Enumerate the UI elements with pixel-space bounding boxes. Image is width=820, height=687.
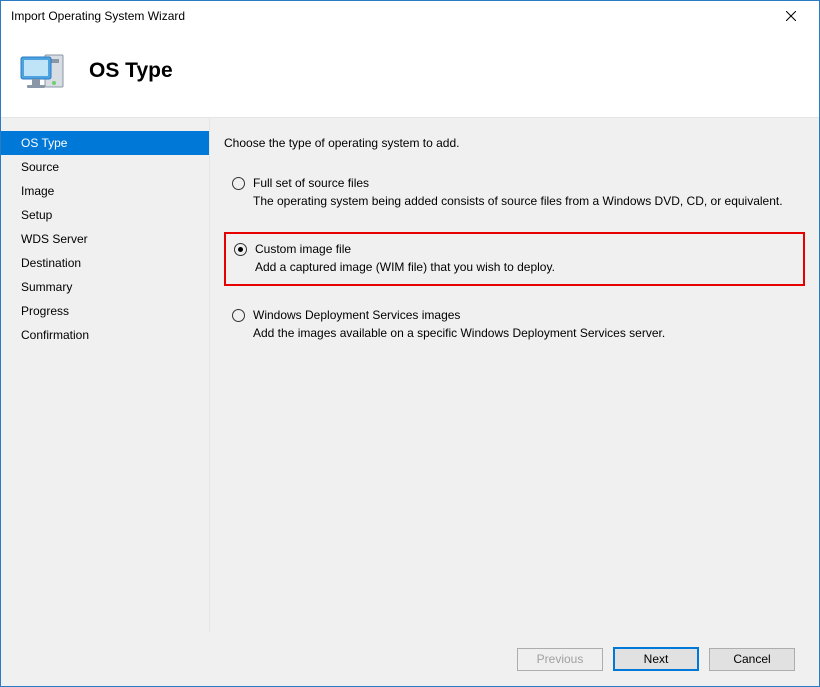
main-content: Choose the type of operating system to a…: [209, 118, 819, 632]
cancel-button[interactable]: Cancel: [709, 648, 795, 671]
sidebar-item-confirmation[interactable]: Confirmation: [1, 323, 209, 347]
sidebar-item-os-type[interactable]: OS Type: [1, 131, 209, 155]
os-type-icon: [19, 45, 71, 97]
radio-icon[interactable]: [232, 177, 245, 190]
option-custom-image[interactable]: Custom image file Add a captured image (…: [224, 232, 805, 286]
option-label: Full set of source files: [253, 176, 369, 190]
window-title: Import Operating System Wizard: [11, 9, 771, 23]
sidebar-item-label: Source: [21, 160, 59, 174]
page-title: OS Type: [89, 59, 173, 83]
close-button[interactable]: [771, 2, 811, 30]
radio-icon[interactable]: [234, 243, 247, 256]
sidebar-item-destination[interactable]: Destination: [1, 251, 209, 275]
option-full-source[interactable]: Full set of source files The operating s…: [224, 168, 805, 218]
option-row: Full set of source files: [232, 176, 797, 190]
titlebar: Import Operating System Wizard: [1, 1, 819, 31]
radio-icon[interactable]: [232, 309, 245, 322]
sidebar-item-source[interactable]: Source: [1, 155, 209, 179]
option-desc: Add a captured image (WIM file) that you…: [255, 260, 795, 274]
wizard-window: Import Operating System Wizard OS Type O…: [0, 0, 820, 687]
wizard-body: OS Type Source Image Setup WDS Server De…: [1, 117, 819, 632]
sidebar-item-image[interactable]: Image: [1, 179, 209, 203]
sidebar-item-label: WDS Server: [21, 232, 88, 246]
option-label: Custom image file: [255, 242, 351, 256]
sidebar-item-setup[interactable]: Setup: [1, 203, 209, 227]
close-icon: [786, 11, 796, 21]
sidebar-item-label: Image: [21, 184, 54, 198]
sidebar-item-label: Confirmation: [21, 328, 89, 342]
option-desc: Add the images available on a specific W…: [253, 326, 797, 340]
option-row: Custom image file: [234, 242, 795, 256]
wizard-footer: Previous Next Cancel: [1, 632, 819, 686]
sidebar-item-label: Destination: [21, 256, 81, 270]
sidebar-item-label: Progress: [21, 304, 69, 318]
option-wds-images[interactable]: Windows Deployment Services images Add t…: [224, 300, 805, 350]
sidebar-item-label: Setup: [21, 208, 52, 222]
sidebar-item-label: Summary: [21, 280, 72, 294]
option-row: Windows Deployment Services images: [232, 308, 797, 322]
prompt-text: Choose the type of operating system to a…: [224, 136, 805, 150]
option-desc: The operating system being added consist…: [253, 194, 797, 208]
previous-button: Previous: [517, 648, 603, 671]
sidebar-item-progress[interactable]: Progress: [1, 299, 209, 323]
option-label: Windows Deployment Services images: [253, 308, 460, 322]
wizard-header: OS Type: [1, 31, 819, 117]
sidebar-item-label: OS Type: [21, 136, 67, 150]
sidebar: OS Type Source Image Setup WDS Server De…: [1, 118, 209, 632]
next-button[interactable]: Next: [613, 647, 699, 671]
sidebar-item-wds-server[interactable]: WDS Server: [1, 227, 209, 251]
sidebar-item-summary[interactable]: Summary: [1, 275, 209, 299]
